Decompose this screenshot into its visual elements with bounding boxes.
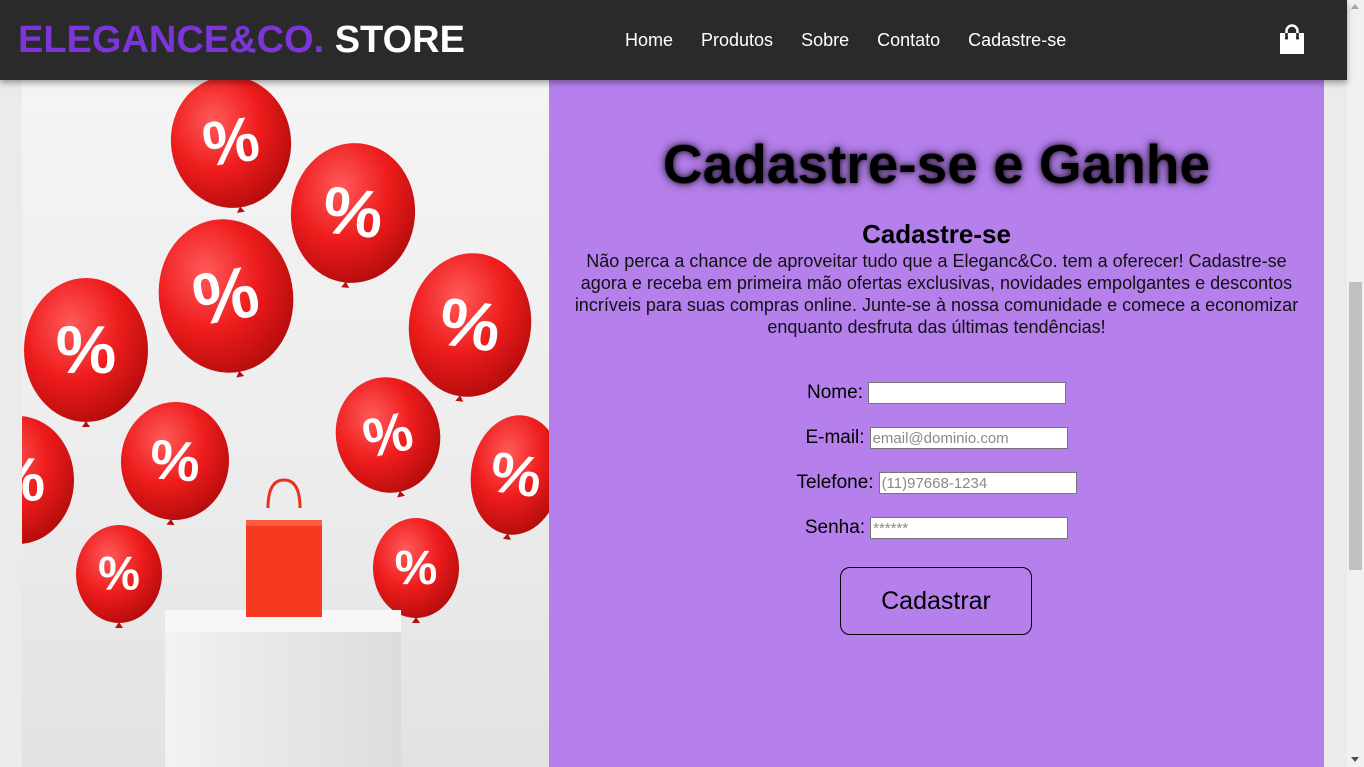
- top-navbar: ELEGANCE&CO. STORE Home Produtos Sobre C…: [0, 0, 1347, 80]
- cadastrar-button[interactable]: Cadastrar: [840, 567, 1032, 635]
- phone-field[interactable]: [878, 472, 1077, 494]
- password-label: Senha:: [804, 517, 866, 538]
- brand-logo[interactable]: ELEGANCE&CO. STORE: [18, 19, 465, 61]
- email-field[interactable]: [869, 427, 1068, 449]
- svg-text:%: %: [56, 312, 116, 388]
- shopping-bag-icon[interactable]: [1278, 24, 1306, 56]
- nav-produtos-link[interactable]: Produtos: [701, 29, 773, 51]
- signup-headline: Cadastre-se e Ganhe: [662, 133, 1211, 195]
- scroll-up-arrow-icon[interactable]: [1351, 4, 1359, 9]
- svg-text:%: %: [395, 542, 438, 595]
- nav-cadastre-link[interactable]: Cadastre-se: [968, 29, 1066, 51]
- hero-image: %%%%%%%%%%%: [22, 80, 549, 767]
- main-nav: Home Produtos Sobre Contato Cadastre-se: [625, 29, 1094, 51]
- brand-suffix: STORE: [334, 19, 465, 61]
- svg-text:%: %: [148, 427, 202, 493]
- svg-text:%: %: [435, 283, 505, 367]
- brand-name: ELEGANCE&CO.: [18, 19, 325, 61]
- svg-text:%: %: [319, 172, 386, 253]
- signup-subtitle: Cadastre-se: [862, 219, 1011, 249]
- name-field[interactable]: [867, 382, 1066, 404]
- nav-home-link[interactable]: Home: [625, 29, 673, 51]
- phone-label: Telefone:: [796, 472, 874, 493]
- svg-text:%: %: [98, 547, 140, 600]
- name-row: Nome:: [549, 382, 1324, 404]
- balloons-illustration: %%%%%%%%%%%: [22, 80, 549, 767]
- password-field[interactable]: [870, 517, 1069, 539]
- page-scrollbar[interactable]: [1347, 0, 1364, 767]
- nav-sobre-link[interactable]: Sobre: [801, 29, 849, 51]
- password-row: Senha:: [549, 517, 1324, 539]
- svg-text:%: %: [486, 440, 545, 510]
- svg-text:%: %: [198, 104, 263, 181]
- scrollbar-thumb[interactable]: [1349, 282, 1362, 570]
- name-label: Nome:: [807, 382, 863, 403]
- svg-text:%: %: [22, 445, 45, 513]
- signup-description: Não perca a chance de aproveitar tudo qu…: [574, 251, 1299, 337]
- email-row: E-mail:: [549, 427, 1324, 449]
- email-label: E-mail:: [805, 427, 865, 448]
- phone-row: Telefone:: [549, 472, 1324, 494]
- signup-panel: Cadastre-se e Ganhe Cadastre-se Não perc…: [549, 80, 1324, 767]
- svg-text:%: %: [187, 251, 265, 342]
- scroll-down-arrow-icon[interactable]: [1351, 757, 1359, 762]
- nav-contato-link[interactable]: Contato: [877, 29, 940, 51]
